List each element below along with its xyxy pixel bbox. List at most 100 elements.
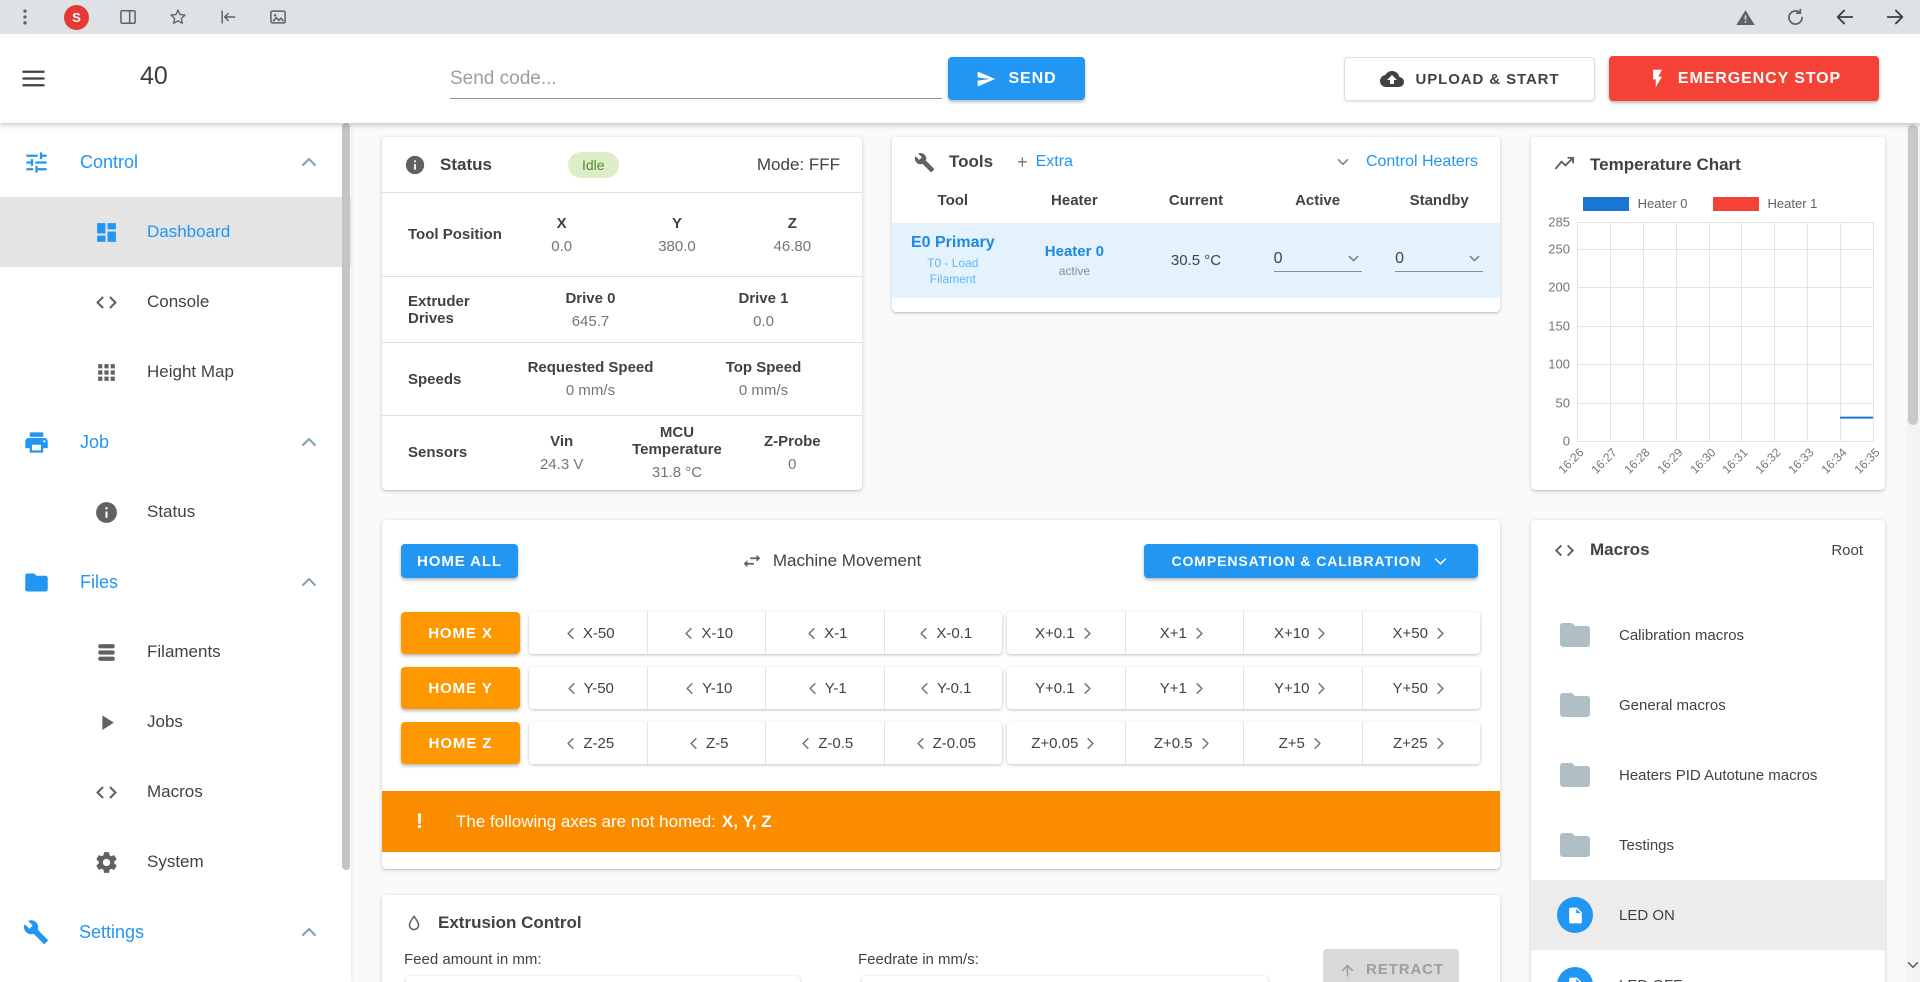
home-x-button[interactable]: HOME X [401, 612, 520, 654]
chevron-right-icon [1312, 624, 1331, 643]
profile-avatar[interactable]: S [64, 5, 89, 30]
sidebar-item-jobs[interactable]: Jobs [0, 687, 351, 757]
control-heaters-link[interactable]: Control Heaters [1366, 153, 1478, 171]
warning-axes: X, Y, Z [722, 812, 772, 832]
move-z-minus-0-5-button[interactable]: Z-0.5 [766, 722, 885, 764]
move-z-minus-5-button[interactable]: Z-5 [648, 722, 767, 764]
move-y-plus-1-button[interactable]: Y+1 [1126, 667, 1245, 709]
active-temp-select[interactable]: 0 [1274, 250, 1362, 272]
move-x-minus-10-button[interactable]: X-10 [648, 612, 767, 654]
sidebar-item-console[interactable]: Console [0, 267, 351, 337]
move-z-plus-0-05-button[interactable]: Z+0.05 [1007, 722, 1126, 764]
z-minus-group: Z-25 Z-5 Z-0.5 Z-0.05 [529, 722, 1002, 764]
heater0-legend-swatch [1583, 197, 1629, 211]
chevron-up-icon [297, 430, 321, 454]
heater1-legend-swatch [1713, 197, 1759, 211]
x-axis-row: HOME X X-50 X-10 X-1 X-0.1 X+0.1 X+1 X+1… [401, 612, 1480, 654]
page-scrollbar-thumb[interactable] [1908, 125, 1918, 425]
macro-folder-general[interactable]: General macros [1531, 670, 1885, 740]
move-x-plus-1-button[interactable]: X+1 [1126, 612, 1245, 654]
sidebar-section-control[interactable]: Control [0, 127, 351, 197]
move-x-plus-10-button[interactable]: X+10 [1244, 612, 1363, 654]
temperature-chart-panel: Temperature Chart Heater 0 Heater 1 285 … [1531, 137, 1885, 490]
macro-folder-calibration[interactable]: Calibration macros [1531, 600, 1885, 670]
move-z-minus-0-05-button[interactable]: Z-0.05 [885, 722, 1003, 764]
move-y-minus-50-button[interactable]: Y-50 [529, 667, 648, 709]
macros-root-breadcrumb[interactable]: Root [1831, 542, 1863, 559]
vin-value: 24.3 V [504, 456, 619, 473]
z-probe-caption: Z-Probe [735, 433, 850, 450]
bookmark-star-icon[interactable] [167, 6, 189, 28]
forward-icon[interactable] [1884, 6, 1906, 28]
browser-menu-dots-icon[interactable] [14, 6, 36, 28]
menu-icon[interactable] [20, 65, 47, 92]
feedrate-button-group[interactable] [862, 976, 1268, 982]
col-active: Active [1257, 192, 1379, 209]
sidebar-section-files[interactable]: Files [0, 547, 351, 617]
chevron-left-icon [796, 734, 815, 753]
sidebar-scrollbar-thumb[interactable] [342, 123, 350, 870]
sidebar-item-macros[interactable]: Macros [0, 757, 351, 827]
layers-icon [94, 640, 119, 665]
move-y-plus-10-button[interactable]: Y+10 [1244, 667, 1363, 709]
tool-name[interactable]: E0 Primary [911, 234, 995, 252]
sidebar-scrollbar[interactable] [341, 123, 351, 982]
move-y-minus-10-button[interactable]: Y-10 [648, 667, 767, 709]
move-x-minus-50-button[interactable]: X-50 [529, 612, 648, 654]
move-y-minus-0-1-button[interactable]: Y-0.1 [885, 667, 1003, 709]
sidebar-toggle-icon[interactable] [117, 6, 139, 28]
extrusion-panel-title: Extrusion Control [438, 913, 582, 933]
emergency-stop-button[interactable]: EMERGENCY STOP [1609, 56, 1879, 101]
move-x-plus-0-1-button[interactable]: X+0.1 [1007, 612, 1126, 654]
macro-file-led-on[interactable]: LED ON [1531, 880, 1885, 950]
standby-temp-select[interactable]: 0 [1395, 250, 1483, 272]
sidebar-section-settings[interactable]: Settings [0, 897, 351, 967]
back-icon[interactable] [1834, 6, 1856, 28]
home-y-button[interactable]: HOME Y [401, 667, 520, 709]
move-z-minus-25-button[interactable]: Z-25 [529, 722, 648, 764]
move-x-minus-0-1-button[interactable]: X-0.1 [885, 612, 1003, 654]
pin-tab-icon[interactable] [217, 6, 239, 28]
home-all-button[interactable]: HOME ALL [401, 544, 518, 578]
sidebar-section-job[interactable]: Job [0, 407, 351, 477]
image-icon[interactable] [267, 6, 289, 28]
macros-panel-header: Macros Root [1531, 520, 1885, 580]
sidebar-item-filaments[interactable]: Filaments [0, 617, 351, 687]
move-x-minus-1-button[interactable]: X-1 [766, 612, 885, 654]
upload-start-button[interactable]: UPLOAD & START [1344, 57, 1595, 101]
macro-folder-heaters-pid[interactable]: Heaters PID Autotune macros [1531, 740, 1885, 810]
warning-icon[interactable] [1734, 6, 1756, 28]
reload-icon[interactable] [1784, 6, 1806, 28]
sidebar-item-status[interactable]: Status [0, 477, 351, 547]
sidebar-item-dashboard[interactable]: Dashboard [0, 197, 351, 267]
chevron-left-icon [561, 734, 580, 753]
x-tick: 16:35 [1851, 445, 1882, 476]
extra-link[interactable]: Extra [1036, 153, 1073, 171]
move-z-plus-5-button[interactable]: Z+5 [1244, 722, 1363, 764]
compensation-calibration-button[interactable]: COMPENSATION & CALIBRATION [1144, 544, 1478, 578]
move-x-plus-50-button[interactable]: X+50 [1363, 612, 1481, 654]
heater-name[interactable]: Heater 0 [1045, 243, 1104, 260]
tool-subtitle[interactable]: T0 - Load Filament [908, 256, 998, 287]
page-scrollbar[interactable] [1906, 123, 1920, 982]
move-y-minus-1-button[interactable]: Y-1 [766, 667, 885, 709]
chevron-down-icon [1345, 250, 1362, 267]
home-z-button[interactable]: HOME Z [401, 722, 520, 764]
send-button[interactable]: SEND [948, 57, 1085, 100]
sidebar-item-system[interactable]: System [0, 827, 351, 897]
macro-folder-testings[interactable]: Testings [1531, 810, 1885, 880]
feed-amount-button-group[interactable] [406, 976, 800, 982]
chevron-left-icon [802, 624, 821, 643]
move-y-plus-0-1-button[interactable]: Y+0.1 [1007, 667, 1126, 709]
sidebar-item-height-map[interactable]: Height Map [0, 337, 351, 407]
move-y-plus-50-button[interactable]: Y+50 [1363, 667, 1481, 709]
scroll-down-arrow[interactable] [1906, 956, 1920, 974]
retract-button[interactable]: RETRACT [1323, 949, 1459, 982]
macro-file-led-off[interactable]: LED OFF [1531, 950, 1885, 982]
move-z-plus-25-button[interactable]: Z+25 [1363, 722, 1481, 764]
code-input[interactable] [450, 59, 942, 99]
tool-row[interactable]: E0 Primary T0 - Load Filament Heater 0 a… [892, 223, 1500, 298]
axis-z-value: 46.80 [735, 238, 850, 255]
move-z-plus-0-5-button[interactable]: Z+0.5 [1126, 722, 1245, 764]
sensors-label: Sensors [382, 416, 504, 489]
